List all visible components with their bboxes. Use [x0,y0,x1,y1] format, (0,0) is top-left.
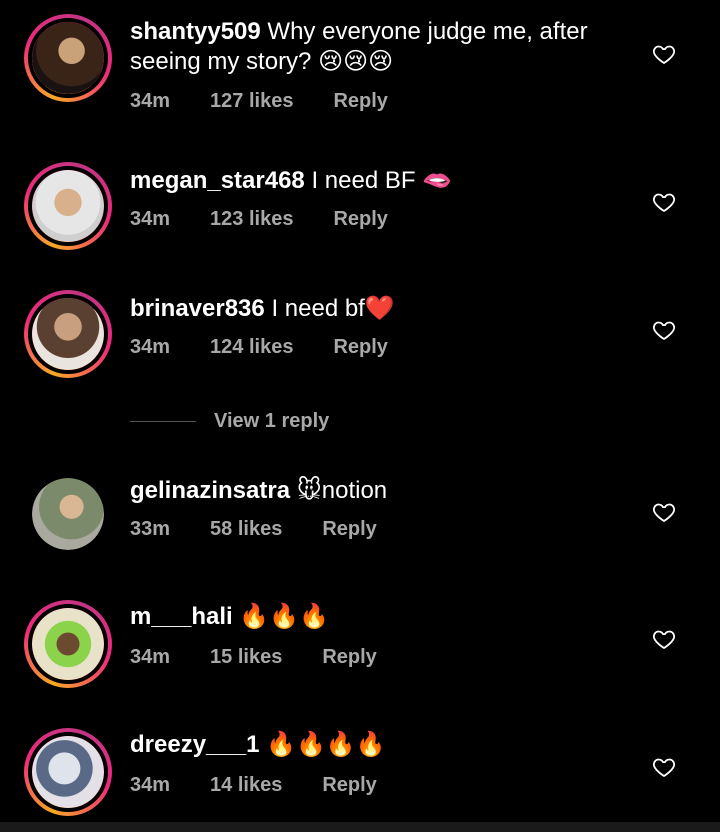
comment-text: 🐭notion [296,477,388,504]
comment-text: I need bf❤️ [271,295,395,322]
heart-outline-icon[interactable] [652,318,676,342]
comment-time: 34m [130,336,171,358]
comment-likes[interactable]: 15 likes [210,646,282,669]
heart-outline-icon[interactable] [652,500,676,524]
comment-time: 34m [130,774,171,796]
heart-outline-icon[interactable] [652,627,676,651]
comment-item: gelinazinsatra 🐭notion 33m 58 likes Repl… [0,470,720,590]
avatar[interactable] [32,478,104,550]
comment-likes[interactable]: 14 likes [210,774,282,797]
reply-button[interactable]: Reply [333,336,387,359]
view-replies-label[interactable]: View 1 reply [214,410,329,433]
comment-likes[interactable]: 124 likes [210,336,293,359]
avatar[interactable] [24,14,112,102]
divider [130,421,196,422]
comment-username[interactable]: m___hali [130,603,233,630]
comment-likes[interactable]: 58 likes [210,518,282,541]
comment-time: 34m [130,208,171,230]
comment-item: shantyy509 Why everyone judge me, after … [0,0,720,140]
comment-text: Why everyone judge me, after [267,18,588,45]
comment-text: I need BF 🫦 [311,167,453,194]
comment-username[interactable]: dreezy___1 [130,731,259,758]
reply-button[interactable]: Reply [322,774,376,797]
avatar[interactable] [24,728,112,816]
comment-item: dreezy___1 🔥🔥🔥🔥 34m 14 likes Reply [0,718,720,822]
comment-username[interactable]: gelinazinsatra [130,477,290,504]
comment-username[interactable]: brinaver836 [130,295,265,322]
view-replies-button[interactable]: View 1 reply [130,410,329,433]
comment-time: 34m [130,646,171,668]
comment-time: 34m [130,90,171,112]
comment-text: seeing my story? 😢😢😢 [130,48,394,75]
avatar[interactable] [24,290,112,378]
comment-item: brinaver836 I need bf❤️ 34m 124 likes Re… [0,280,720,400]
comment-likes[interactable]: 123 likes [210,208,293,231]
comment-username[interactable]: megan_star468 [130,167,305,194]
comment-text: 🔥🔥🔥🔥 [266,731,386,758]
bottom-edge-bar [0,822,720,832]
comment-item: m___hali 🔥🔥🔥 34m 15 likes Reply [0,590,720,710]
comment-text: 🔥🔥🔥 [239,603,330,630]
comment-username[interactable]: shantyy509 [130,18,261,45]
comment-time: 33m [130,518,171,540]
comment-likes[interactable]: 127 likes [210,90,293,113]
reply-button[interactable]: Reply [333,208,387,231]
avatar[interactable] [24,162,112,250]
reply-button[interactable]: Reply [322,518,376,541]
comment-item: megan_star468 I need BF 🫦 34m 123 likes … [0,150,720,270]
heart-outline-icon[interactable] [652,755,676,779]
heart-outline-icon[interactable] [652,190,676,214]
reply-button[interactable]: Reply [333,90,387,113]
reply-button[interactable]: Reply [322,646,376,669]
avatar[interactable] [24,600,112,688]
heart-outline-icon[interactable] [652,42,676,66]
